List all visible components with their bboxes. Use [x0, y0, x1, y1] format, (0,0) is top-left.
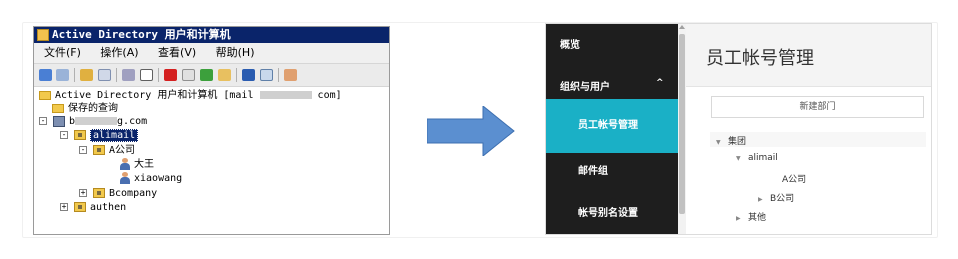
ad-title-text: Active Directory 用户和计算机: [52, 28, 231, 41]
ad-toolbar: [34, 63, 389, 87]
admin-panel: 概览 组织与用户 ^ 员工帐号管理 邮件组 帐号别名设置 员工帐号管理 新建部门…: [545, 23, 932, 235]
dept-tree-root[interactable]: ▼ 集团: [716, 134, 746, 147]
page-title: 员工帐号管理: [706, 48, 814, 69]
up-folder-icon[interactable]: [80, 69, 93, 81]
sidebar-item-mail-groups[interactable]: 邮件组: [546, 162, 678, 177]
sidebar-item-employee-accounts[interactable]: 员工帐号管理: [546, 99, 678, 153]
scroll-thumb[interactable]: [679, 34, 685, 214]
dept-tree-company-b[interactable]: ▶ B公司: [758, 191, 794, 204]
back-arrow-icon[interactable]: [39, 69, 52, 81]
ou-icon: [74, 202, 86, 212]
sidebar-item-overview[interactable]: 概览: [546, 36, 678, 51]
tree-ou-bcompany[interactable]: + Bcompany: [79, 187, 157, 200]
delete-icon[interactable]: [164, 69, 177, 81]
cut-icon[interactable]: [122, 69, 135, 81]
ad-window: Active Directory 用户和计算机 文件(F) 操作(A) 查看(V…: [33, 26, 390, 235]
sidebar-item-org-users[interactable]: 组织与用户 ^: [546, 78, 678, 93]
ou-icon: [93, 188, 105, 198]
dept-tree-company-a[interactable]: A公司: [782, 172, 806, 185]
redacted-block: [75, 117, 118, 125]
forward-arrow-icon[interactable]: [56, 69, 69, 81]
export-icon[interactable]: [218, 69, 231, 81]
collapse-icon[interactable]: -: [60, 131, 68, 139]
properties-icon[interactable]: [182, 69, 195, 81]
tree-ou-a-company[interactable]: - A公司: [79, 144, 135, 157]
new-user-icon[interactable]: [284, 69, 297, 81]
tree-user-xiaowang[interactable]: xiaowang: [120, 172, 182, 185]
chevron-up-icon: ^: [656, 78, 664, 88]
right-arrow-icon: [427, 106, 515, 156]
console-icon[interactable]: [260, 69, 273, 81]
ad-menubar: 文件(F) 操作(A) 查看(V) 帮助(H): [34, 43, 389, 63]
caret-down-icon[interactable]: ▼: [736, 155, 748, 162]
menu-view[interactable]: 查看(V): [158, 43, 196, 63]
toolbar-separator: [236, 68, 237, 82]
ad-tree: Active Directory 用户和计算机 [mail com] 保存的查询…: [34, 87, 389, 234]
ad-title-bar: Active Directory 用户和计算机: [34, 27, 389, 43]
tree-root[interactable]: Active Directory 用户和计算机 [mail com]: [39, 89, 342, 102]
collapse-icon[interactable]: -: [39, 117, 47, 125]
copy-icon[interactable]: [140, 69, 153, 81]
menu-help[interactable]: 帮助(H): [216, 43, 255, 63]
sidebar-item-alias-settings[interactable]: 帐号别名设置: [546, 204, 678, 219]
help-icon[interactable]: [242, 69, 255, 81]
tree-user-dawang[interactable]: 大王: [120, 158, 154, 171]
caret-right-icon[interactable]: ▶: [736, 215, 748, 222]
domain-icon: [53, 115, 65, 127]
dept-tree-alimail[interactable]: ▼ alimail: [736, 153, 778, 163]
main-area: 员工帐号管理 新建部门 ▼ 集团 ▼ alimail A公司 ▶ B公司 ▶ 其他: [686, 24, 931, 234]
ou-icon: [74, 130, 86, 140]
show-tree-icon[interactable]: [98, 69, 111, 81]
caret-right-icon[interactable]: ▶: [758, 196, 770, 203]
toolbar-separator: [278, 68, 279, 82]
ou-icon: [93, 145, 105, 155]
user-icon: [120, 158, 130, 170]
redacted-block: [259, 91, 312, 99]
tree-ou-authen[interactable]: + authen: [60, 201, 126, 214]
new-department-button[interactable]: 新建部门: [711, 96, 924, 118]
expand-icon[interactable]: +: [79, 189, 87, 197]
sidebar-item-label: 组织与用户: [560, 82, 610, 93]
toolbar-separator: [158, 68, 159, 82]
tree-domain[interactable]: - b g.com: [39, 115, 147, 128]
tree-saved-queries[interactable]: 保存的查询: [52, 102, 118, 115]
toolbar-separator: [116, 68, 117, 82]
collapse-icon[interactable]: -: [79, 146, 87, 154]
menu-file[interactable]: 文件(F): [44, 43, 81, 63]
sidebar: 概览 组织与用户 ^ 员工帐号管理 邮件组 帐号别名设置: [546, 24, 678, 234]
menu-action[interactable]: 操作(A): [100, 43, 138, 63]
scroll-up-icon[interactable]: [679, 25, 685, 29]
folder-icon: [52, 103, 64, 113]
caret-down-icon[interactable]: ▼: [716, 139, 728, 146]
refresh-icon[interactable]: [200, 69, 213, 81]
content-area: 新建部门 ▼ 集团 ▼ alimail A公司 ▶ B公司 ▶ 其他: [686, 87, 931, 234]
ad-root-icon: [39, 90, 51, 100]
expand-icon[interactable]: +: [60, 203, 68, 211]
tree-ou-alimail[interactable]: - alimail: [60, 129, 139, 142]
toolbar-separator: [74, 68, 75, 82]
sidebar-scrollbar[interactable]: [678, 24, 686, 234]
dept-tree-other[interactable]: ▶ 其他: [736, 210, 766, 223]
ad-app-icon: [37, 29, 49, 41]
user-icon: [120, 172, 130, 184]
